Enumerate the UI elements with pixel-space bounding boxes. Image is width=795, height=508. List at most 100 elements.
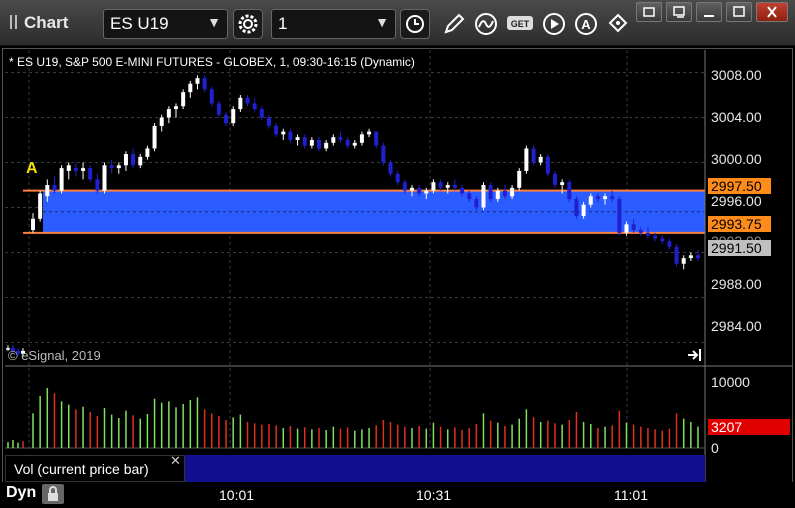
- candle-body: [188, 83, 193, 93]
- candle-body: [245, 97, 250, 104]
- volume-axis-label: 0: [711, 440, 719, 456]
- candle-body: [145, 148, 150, 157]
- candle-body: [524, 148, 529, 171]
- candle-body: [545, 156, 550, 174]
- candle-body: [231, 109, 236, 124]
- candle-body: [603, 196, 608, 200]
- price-axis-label: 2988.00: [711, 276, 762, 292]
- candle-body: [302, 137, 307, 146]
- close-study-icon[interactable]: ✕: [170, 453, 181, 469]
- candle-body: [216, 103, 221, 115]
- candle-body: [238, 97, 243, 110]
- candle-body: [617, 199, 622, 233]
- candle-body: [560, 182, 565, 185]
- price-axis-label: 3000.00: [711, 151, 762, 167]
- lock-icon: [48, 486, 58, 501]
- candle-body: [102, 165, 107, 191]
- candle-body: [52, 185, 57, 191]
- candle-body: [152, 125, 157, 149]
- candle-body: [274, 125, 279, 135]
- candle-body: [317, 140, 322, 149]
- candle-body: [31, 218, 35, 230]
- candle-body: [531, 148, 536, 163]
- candle-body: [645, 232, 650, 236]
- chart-description: * ES U19, S&P 500 E-MINI FUTURES - GLOBE…: [9, 55, 415, 69]
- lower-band-price-tag: 2993.75: [708, 216, 771, 232]
- candle-body: [674, 246, 679, 264]
- candle-body: [252, 103, 257, 110]
- candle-body: [209, 89, 214, 104]
- candle-body: [402, 182, 407, 191]
- candle-body: [445, 185, 450, 188]
- candle-body: [338, 137, 343, 140]
- candle-body: [381, 145, 386, 163]
- candle-body: [409, 187, 414, 191]
- candle-body: [195, 78, 200, 84]
- candle-body: [395, 173, 400, 183]
- candle-body: [109, 165, 114, 169]
- candle-body: [159, 117, 164, 126]
- candle-body: [95, 179, 100, 191]
- time-axis-label: 10:01: [219, 487, 255, 503]
- candle-body: [417, 187, 422, 194]
- volume-tag: 3207: [708, 419, 790, 435]
- candle-body: [73, 168, 78, 171]
- candle-body: [567, 182, 572, 200]
- upper-band-price-tag: 2997.50: [708, 178, 771, 194]
- volume-axis-label: 10000: [711, 374, 750, 390]
- scroll-end-icon: [688, 349, 701, 361]
- candle-body: [324, 142, 329, 149]
- candle-body: [574, 199, 579, 216]
- candle-body: [488, 185, 493, 200]
- candle-body: [288, 131, 293, 140]
- candle-body: [431, 182, 436, 191]
- candle-body: [495, 190, 500, 200]
- price-axis-label: 2984.00: [711, 318, 762, 334]
- candle-body: [66, 165, 71, 171]
- candle-body: [517, 170, 522, 188]
- candle-body: [681, 258, 686, 264]
- candle-body: [452, 185, 457, 188]
- candle-body: [610, 196, 615, 200]
- candle-body: [138, 156, 143, 166]
- price-axis-label: 3004.00: [711, 109, 762, 125]
- candle-body: [224, 114, 229, 124]
- candle-body: [88, 168, 93, 180]
- candle-body: [309, 140, 314, 146]
- candle-body: [474, 199, 479, 208]
- candle-body: [538, 156, 543, 163]
- dynamic-status[interactable]: Dyn: [6, 484, 36, 502]
- candle-body: [631, 224, 636, 230]
- candle-body: [638, 230, 643, 233]
- price-axis-label: 2996.00: [711, 193, 762, 209]
- candle-body: [660, 238, 665, 242]
- candle-body: [59, 168, 64, 191]
- volume-label-band: [185, 455, 705, 482]
- candle-body: [116, 165, 121, 169]
- candle-body: [688, 255, 693, 259]
- candle-body: [367, 131, 372, 135]
- price-chart[interactable]: [0, 0, 795, 508]
- candle-body: [352, 142, 357, 146]
- candle-body: [266, 117, 271, 126]
- candle-body: [438, 182, 443, 188]
- candle-body: [359, 134, 364, 143]
- candle-body: [174, 106, 179, 110]
- candle-body: [123, 154, 128, 166]
- candle-body: [595, 196, 600, 200]
- chart-marker-a: A: [26, 160, 38, 177]
- candle-body: [667, 241, 672, 247]
- candle-body: [696, 255, 700, 259]
- candle-body: [588, 196, 593, 205]
- scroll-to-end-button[interactable]: [686, 348, 704, 362]
- lock-button[interactable]: [42, 484, 64, 504]
- candle-body: [481, 185, 486, 208]
- candle-body: [181, 92, 186, 107]
- candle-body: [166, 109, 171, 118]
- candle-body: [131, 154, 136, 166]
- candle-body: [653, 235, 658, 239]
- volume-study-label[interactable]: Vol (current price bar): [5, 455, 185, 482]
- candle-body: [552, 173, 557, 185]
- candle-body: [502, 190, 507, 197]
- time-axis-label: 10:31: [416, 487, 452, 503]
